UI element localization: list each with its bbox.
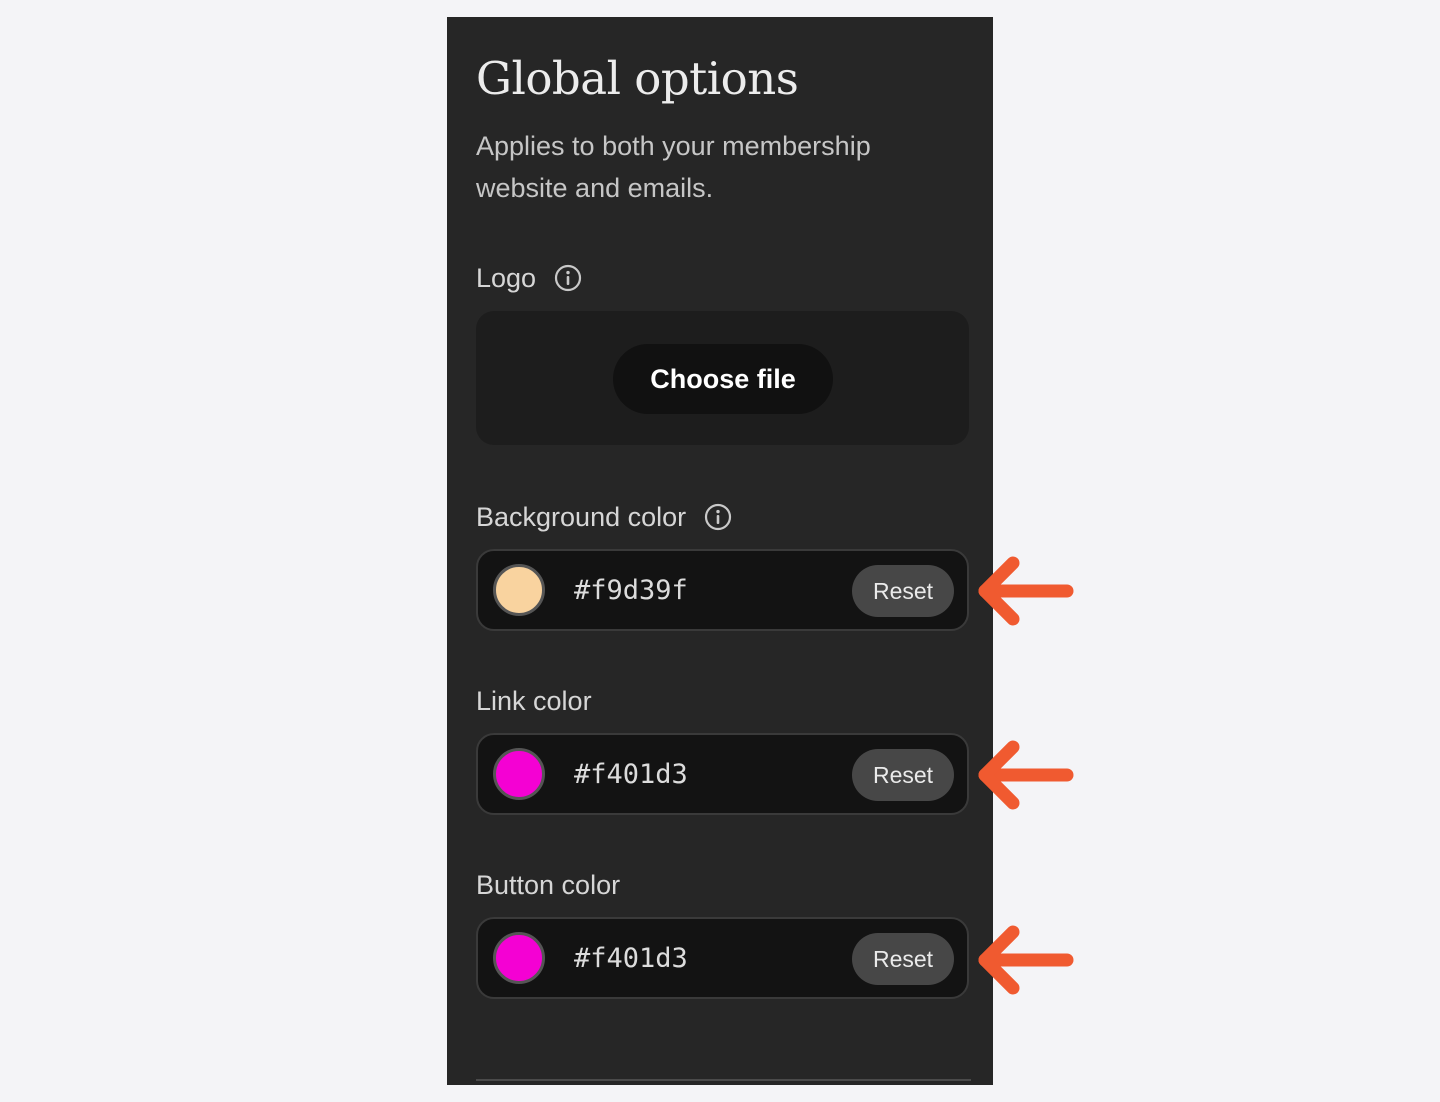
button-color-label: Button color: [476, 870, 621, 900]
button-color-swatch[interactable]: [493, 932, 545, 984]
background-color-reset-button[interactable]: Reset: [852, 565, 954, 617]
link-color-hex-input[interactable]: [574, 755, 834, 795]
background-color-swatch[interactable]: [493, 564, 545, 616]
arrow-left-icon: [978, 740, 1074, 810]
page-title: Global options: [476, 52, 799, 105]
button-color-hex-input[interactable]: [574, 939, 834, 979]
link-color-picker: Reset: [476, 733, 969, 815]
arrow-left-icon: [978, 556, 1074, 626]
background-color-picker: Reset: [476, 549, 969, 631]
background-color-hex-input[interactable]: [574, 571, 834, 611]
link-color-field-label: Link color: [476, 684, 592, 718]
logo-field-label: Logo: [476, 261, 582, 295]
button-color-reset-button[interactable]: Reset: [852, 933, 954, 985]
button-color-field-label: Button color: [476, 868, 620, 902]
page-subtitle: Applies to both your membership website …: [476, 131, 871, 203]
link-color-label: Link color: [476, 686, 592, 716]
link-color-swatch[interactable]: [493, 748, 545, 800]
info-circle-icon[interactable]: [704, 503, 732, 531]
background-color-field-label: Background color: [476, 500, 732, 534]
logo-upload-area[interactable]: Choose file: [476, 311, 969, 445]
info-circle-icon[interactable]: [554, 264, 582, 292]
section-divider: [476, 1079, 971, 1081]
arrow-left-icon: [978, 925, 1074, 995]
choose-file-button[interactable]: Choose file: [613, 344, 833, 414]
global-options-panel: Global options Applies to both your memb…: [447, 17, 993, 1085]
button-color-picker: Reset: [476, 917, 969, 999]
link-color-reset-button[interactable]: Reset: [852, 749, 954, 801]
logo-label: Logo: [476, 263, 537, 293]
background-color-label: Background color: [476, 502, 687, 532]
